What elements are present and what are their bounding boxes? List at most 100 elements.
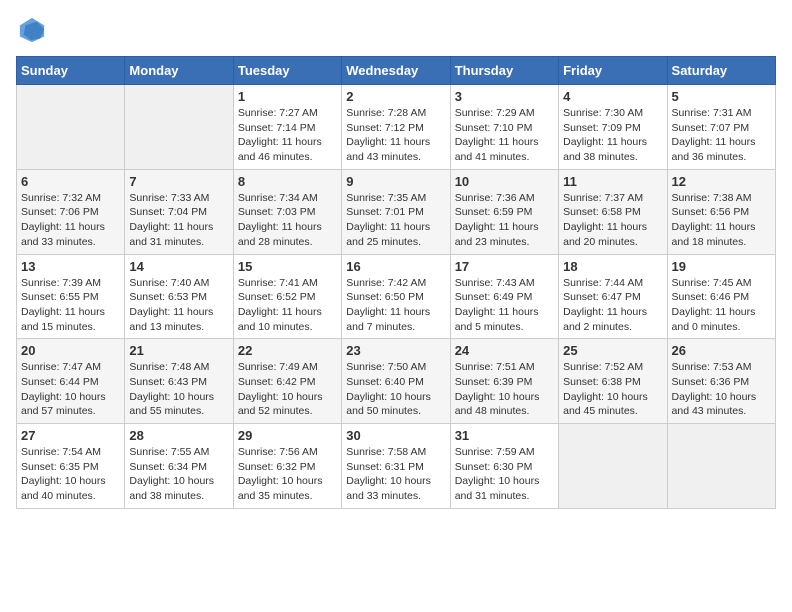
calendar-cell: 1 Sunrise: 7:27 AM Sunset: 7:14 PM Daylig… xyxy=(233,85,341,170)
day-number: 2 xyxy=(346,89,445,104)
calendar-cell: 10Sunrise: 7:36 AM Sunset: 6:59 PM Dayli… xyxy=(450,169,558,254)
day-info: Sunrise: 7:32 AM Sunset: 7:06 PM Dayligh… xyxy=(21,191,120,250)
calendar-week-row: 6 Sunrise: 7:32 AM Sunset: 7:06 PM Daylig… xyxy=(17,169,776,254)
calendar-week-row: 13 Sunrise: 7:39 AM Sunset: 6:55 PM Dayli… xyxy=(17,254,776,339)
day-number: 8 xyxy=(238,174,337,189)
calendar-cell: 20 Sunrise: 7:47 AM Sunset: 6:44 PM Dayli… xyxy=(17,339,125,424)
day-number: 14 xyxy=(129,259,228,274)
calendar-week-row: 20 Sunrise: 7:47 AM Sunset: 6:44 PM Dayli… xyxy=(17,339,776,424)
calendar-cell: 6 Sunrise: 7:32 AM Sunset: 7:06 PM Daylig… xyxy=(17,169,125,254)
calendar-cell: 14 Sunrise: 7:40 AM Sunset: 6:53 PM Dayli… xyxy=(125,254,233,339)
calendar-week-row: 1 Sunrise: 7:27 AM Sunset: 7:14 PM Daylig… xyxy=(17,85,776,170)
day-info: Sunrise: 7:37 AM Sunset: 6:58 PM Dayligh… xyxy=(563,191,662,250)
day-number: 19 xyxy=(672,259,771,274)
day-number: 6 xyxy=(21,174,120,189)
day-number: 29 xyxy=(238,428,337,443)
calendar-cell: 2 Sunrise: 7:28 AM Sunset: 7:12 PM Daylig… xyxy=(342,85,450,170)
calendar-week-row: 27Sunrise: 7:54 AM Sunset: 6:35 PM Dayli… xyxy=(17,424,776,509)
weekday-header: Friday xyxy=(559,57,667,85)
day-number: 3 xyxy=(455,89,554,104)
day-number: 20 xyxy=(21,343,120,358)
calendar-cell xyxy=(667,424,775,509)
day-number: 7 xyxy=(129,174,228,189)
day-info: Sunrise: 7:45 AM Sunset: 6:46 PM Dayligh… xyxy=(672,276,771,335)
day-number: 28 xyxy=(129,428,228,443)
weekday-header: Sunday xyxy=(17,57,125,85)
weekday-header: Tuesday xyxy=(233,57,341,85)
calendar-cell: 21 Sunrise: 7:48 AM Sunset: 6:43 PM Dayli… xyxy=(125,339,233,424)
weekday-header: Thursday xyxy=(450,57,558,85)
day-info: Sunrise: 7:48 AM Sunset: 6:43 PM Dayligh… xyxy=(129,360,228,419)
day-number: 21 xyxy=(129,343,228,358)
day-info: Sunrise: 7:49 AM Sunset: 6:42 PM Dayligh… xyxy=(238,360,337,419)
day-number: 18 xyxy=(563,259,662,274)
calendar-cell: 17Sunrise: 7:43 AM Sunset: 6:49 PM Dayli… xyxy=(450,254,558,339)
calendar-cell: 7Sunrise: 7:33 AM Sunset: 7:04 PM Daylig… xyxy=(125,169,233,254)
day-info: Sunrise: 7:55 AM Sunset: 6:34 PM Dayligh… xyxy=(129,445,228,504)
day-number: 24 xyxy=(455,343,554,358)
logo xyxy=(16,16,46,44)
day-info: Sunrise: 7:30 AM Sunset: 7:09 PM Dayligh… xyxy=(563,106,662,165)
day-info: Sunrise: 7:40 AM Sunset: 6:53 PM Dayligh… xyxy=(129,276,228,335)
logo-icon xyxy=(18,16,46,44)
day-number: 1 xyxy=(238,89,337,104)
day-number: 25 xyxy=(563,343,662,358)
day-info: Sunrise: 7:58 AM Sunset: 6:31 PM Dayligh… xyxy=(346,445,445,504)
day-number: 9 xyxy=(346,174,445,189)
calendar-cell: 9 Sunrise: 7:35 AM Sunset: 7:01 PM Daylig… xyxy=(342,169,450,254)
day-info: Sunrise: 7:34 AM Sunset: 7:03 PM Dayligh… xyxy=(238,191,337,250)
calendar-cell: 30 Sunrise: 7:58 AM Sunset: 6:31 PM Dayli… xyxy=(342,424,450,509)
calendar-cell: 28 Sunrise: 7:55 AM Sunset: 6:34 PM Dayli… xyxy=(125,424,233,509)
calendar-cell: 18 Sunrise: 7:44 AM Sunset: 6:47 PM Dayli… xyxy=(559,254,667,339)
day-number: 22 xyxy=(238,343,337,358)
day-number: 26 xyxy=(672,343,771,358)
calendar-cell xyxy=(17,85,125,170)
calendar-cell: 4 Sunrise: 7:30 AM Sunset: 7:09 PM Daylig… xyxy=(559,85,667,170)
day-info: Sunrise: 7:59 AM Sunset: 6:30 PM Dayligh… xyxy=(455,445,554,504)
calendar-cell xyxy=(559,424,667,509)
day-info: Sunrise: 7:29 AM Sunset: 7:10 PM Dayligh… xyxy=(455,106,554,165)
calendar-cell: 26 Sunrise: 7:53 AM Sunset: 6:36 PM Dayli… xyxy=(667,339,775,424)
day-number: 12 xyxy=(672,174,771,189)
day-info: Sunrise: 7:53 AM Sunset: 6:36 PM Dayligh… xyxy=(672,360,771,419)
calendar-cell: 25 Sunrise: 7:52 AM Sunset: 6:38 PM Dayli… xyxy=(559,339,667,424)
day-info: Sunrise: 7:47 AM Sunset: 6:44 PM Dayligh… xyxy=(21,360,120,419)
calendar-cell: 12Sunrise: 7:38 AM Sunset: 6:56 PM Dayli… xyxy=(667,169,775,254)
weekday-header: Saturday xyxy=(667,57,775,85)
day-info: Sunrise: 7:31 AM Sunset: 7:07 PM Dayligh… xyxy=(672,106,771,165)
day-info: Sunrise: 7:52 AM Sunset: 6:38 PM Dayligh… xyxy=(563,360,662,419)
calendar-cell: 22 Sunrise: 7:49 AM Sunset: 6:42 PM Dayli… xyxy=(233,339,341,424)
calendar-cell: 5 Sunrise: 7:31 AM Sunset: 7:07 PM Daylig… xyxy=(667,85,775,170)
day-number: 30 xyxy=(346,428,445,443)
day-number: 13 xyxy=(21,259,120,274)
calendar-cell: 15 Sunrise: 7:41 AM Sunset: 6:52 PM Dayli… xyxy=(233,254,341,339)
calendar-cell: 31Sunrise: 7:59 AM Sunset: 6:30 PM Dayli… xyxy=(450,424,558,509)
day-info: Sunrise: 7:54 AM Sunset: 6:35 PM Dayligh… xyxy=(21,445,120,504)
day-number: 23 xyxy=(346,343,445,358)
day-info: Sunrise: 7:35 AM Sunset: 7:01 PM Dayligh… xyxy=(346,191,445,250)
day-number: 4 xyxy=(563,89,662,104)
day-number: 5 xyxy=(672,89,771,104)
calendar-cell: 3 Sunrise: 7:29 AM Sunset: 7:10 PM Daylig… xyxy=(450,85,558,170)
day-info: Sunrise: 7:42 AM Sunset: 6:50 PM Dayligh… xyxy=(346,276,445,335)
day-number: 11 xyxy=(563,174,662,189)
day-info: Sunrise: 7:39 AM Sunset: 6:55 PM Dayligh… xyxy=(21,276,120,335)
calendar-cell: 8 Sunrise: 7:34 AM Sunset: 7:03 PM Daylig… xyxy=(233,169,341,254)
calendar-cell: 29Sunrise: 7:56 AM Sunset: 6:32 PM Dayli… xyxy=(233,424,341,509)
day-info: Sunrise: 7:43 AM Sunset: 6:49 PM Dayligh… xyxy=(455,276,554,335)
day-info: Sunrise: 7:41 AM Sunset: 6:52 PM Dayligh… xyxy=(238,276,337,335)
calendar-cell: 16 Sunrise: 7:42 AM Sunset: 6:50 PM Dayli… xyxy=(342,254,450,339)
day-number: 16 xyxy=(346,259,445,274)
calendar-cell: 24Sunrise: 7:51 AM Sunset: 6:39 PM Dayli… xyxy=(450,339,558,424)
day-info: Sunrise: 7:28 AM Sunset: 7:12 PM Dayligh… xyxy=(346,106,445,165)
day-number: 15 xyxy=(238,259,337,274)
day-number: 10 xyxy=(455,174,554,189)
calendar-cell: 23 Sunrise: 7:50 AM Sunset: 6:40 PM Dayli… xyxy=(342,339,450,424)
calendar-cell xyxy=(125,85,233,170)
calendar-cell: 27Sunrise: 7:54 AM Sunset: 6:35 PM Dayli… xyxy=(17,424,125,509)
day-info: Sunrise: 7:44 AM Sunset: 6:47 PM Dayligh… xyxy=(563,276,662,335)
calendar-cell: 19 Sunrise: 7:45 AM Sunset: 6:46 PM Dayli… xyxy=(667,254,775,339)
calendar-cell: 13 Sunrise: 7:39 AM Sunset: 6:55 PM Dayli… xyxy=(17,254,125,339)
day-info: Sunrise: 7:27 AM Sunset: 7:14 PM Dayligh… xyxy=(238,106,337,165)
day-info: Sunrise: 7:50 AM Sunset: 6:40 PM Dayligh… xyxy=(346,360,445,419)
